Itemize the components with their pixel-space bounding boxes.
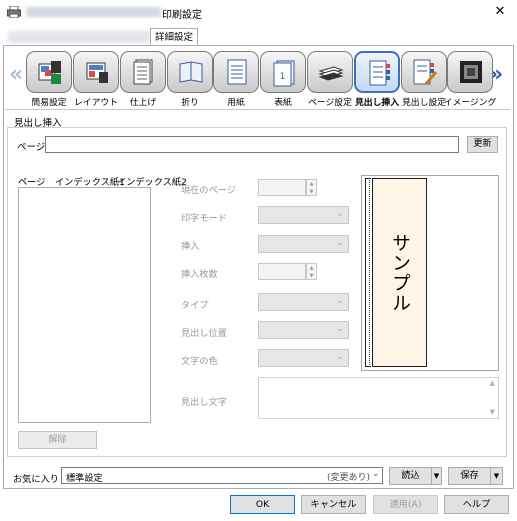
- page-label: ページ: [17, 142, 46, 153]
- printer-icon: [7, 6, 21, 18]
- preview-fold-line: [369, 178, 370, 367]
- scroll-left-icon[interactable]: «: [9, 62, 23, 87]
- list-header-index1[interactable]: インデックス紙1: [55, 174, 125, 188]
- fold-icon: [179, 61, 203, 83]
- favorites-changed-note: (変更あり): [327, 473, 371, 483]
- toolbar-tab-setting-button[interactable]: [401, 51, 447, 93]
- chevron-down-icon: ⌄: [336, 352, 344, 362]
- preview-tab-edge: [365, 178, 366, 367]
- save-menu-arrow-icon[interactable]: ▼: [490, 467, 503, 485]
- toolbar-finishing-button[interactable]: [120, 51, 166, 93]
- heading-position-label: 見出し位置: [181, 328, 227, 339]
- heading-position-select[interactable]: ⌄: [258, 321, 349, 339]
- tab-insert-icon: [369, 60, 390, 86]
- cover-icon: 1: [273, 60, 295, 87]
- printer-name-blurred: [26, 7, 161, 17]
- toolbar-fold-button[interactable]: [167, 51, 213, 93]
- current-page-field[interactable]: [258, 179, 306, 196]
- list-header-index2[interactable]: インデックス紙2: [117, 174, 187, 188]
- toolbar-divider: [5, 109, 510, 110]
- list-header-page[interactable]: ページ: [18, 174, 45, 188]
- imaging-icon: [460, 61, 482, 83]
- layout-icon: [86, 62, 108, 83]
- toolbar-cover-button[interactable]: 1: [260, 51, 306, 93]
- toolbar-label: イメージング: [443, 98, 497, 108]
- toolbar-easy-setting-button[interactable]: [26, 51, 72, 93]
- chevron-down-icon: ⌄: [336, 296, 344, 306]
- preview-tab-corner: [365, 366, 371, 367]
- window-title: 印刷設定: [162, 10, 202, 21]
- current-page-stepper[interactable]: ▲ ▼: [306, 179, 317, 196]
- paper-icon: [227, 59, 247, 85]
- page-setting-icon: [318, 66, 344, 81]
- chevron-down-icon: ⌄: [336, 209, 344, 219]
- insert-count-label: 挿入枚数: [181, 269, 218, 280]
- text-color-label: 文字の色: [181, 356, 218, 367]
- load-menu-arrow-icon[interactable]: ▼: [431, 467, 442, 485]
- print-mode-select[interactable]: ⌄: [258, 206, 349, 224]
- insert-count-stepper[interactable]: ▲ ▼: [306, 263, 317, 280]
- insert-count-field[interactable]: [258, 263, 306, 280]
- insert-select[interactable]: ⌄: [258, 235, 349, 253]
- tab-setting-icon: [413, 59, 438, 85]
- delete-button[interactable]: 解除: [18, 431, 97, 449]
- chevron-down-icon[interactable]: ⌄: [372, 469, 380, 479]
- apply-button[interactable]: 適用(A): [373, 495, 438, 514]
- favorites-label: お気に入り: [13, 474, 59, 485]
- save-button[interactable]: 保存: [448, 467, 491, 485]
- insert-label: 挿入: [181, 241, 200, 252]
- close-button[interactable]: ✕: [487, 2, 513, 22]
- toolbar-tab-insert-button[interactable]: [354, 51, 400, 93]
- scroll-up-icon[interactable]: ▲: [490, 379, 495, 387]
- preview-sample-text: サンプル: [389, 232, 411, 313]
- print-mode-label: 印字モード: [181, 213, 227, 224]
- svg-text:1: 1: [280, 72, 286, 82]
- type-label: タイプ: [181, 300, 209, 311]
- current-page-label: 現在のページ: [181, 185, 236, 196]
- heading-text-input[interactable]: ▲ ▼: [258, 377, 499, 419]
- load-button[interactable]: 読込: [389, 467, 432, 485]
- tab-detail-settings[interactable]: 詳細設定: [150, 28, 198, 46]
- type-select[interactable]: ⌄: [258, 293, 349, 311]
- tab-list[interactable]: [18, 187, 151, 423]
- update-button[interactable]: 更新: [467, 136, 498, 153]
- toolbar-page-setting-button[interactable]: [307, 51, 353, 93]
- toolbar-paper-button[interactable]: [213, 51, 259, 93]
- heading-text-label: 見出し文字: [181, 397, 227, 408]
- chevron-down-icon: ⌄: [336, 324, 344, 334]
- text-color-select[interactable]: ⌄: [258, 349, 349, 367]
- favorites-value: 標準設定: [66, 473, 103, 484]
- cancel-button[interactable]: キャンセル: [301, 495, 366, 514]
- toolbar-layout-button[interactable]: [73, 51, 119, 93]
- preview-tab-corner: [365, 178, 371, 179]
- easy-setting-icon: [38, 61, 61, 84]
- chevron-down-icon: ⌄: [336, 238, 344, 248]
- page-input[interactable]: [45, 136, 459, 153]
- finishing-icon: [133, 59, 153, 85]
- ok-button[interactable]: OK: [230, 495, 295, 514]
- tab-blurred[interactable]: [8, 31, 150, 43]
- help-button[interactable]: ヘルプ: [444, 495, 509, 514]
- scroll-down-icon[interactable]: ▼: [490, 408, 495, 416]
- toolbar-imaging-button[interactable]: [447, 51, 493, 93]
